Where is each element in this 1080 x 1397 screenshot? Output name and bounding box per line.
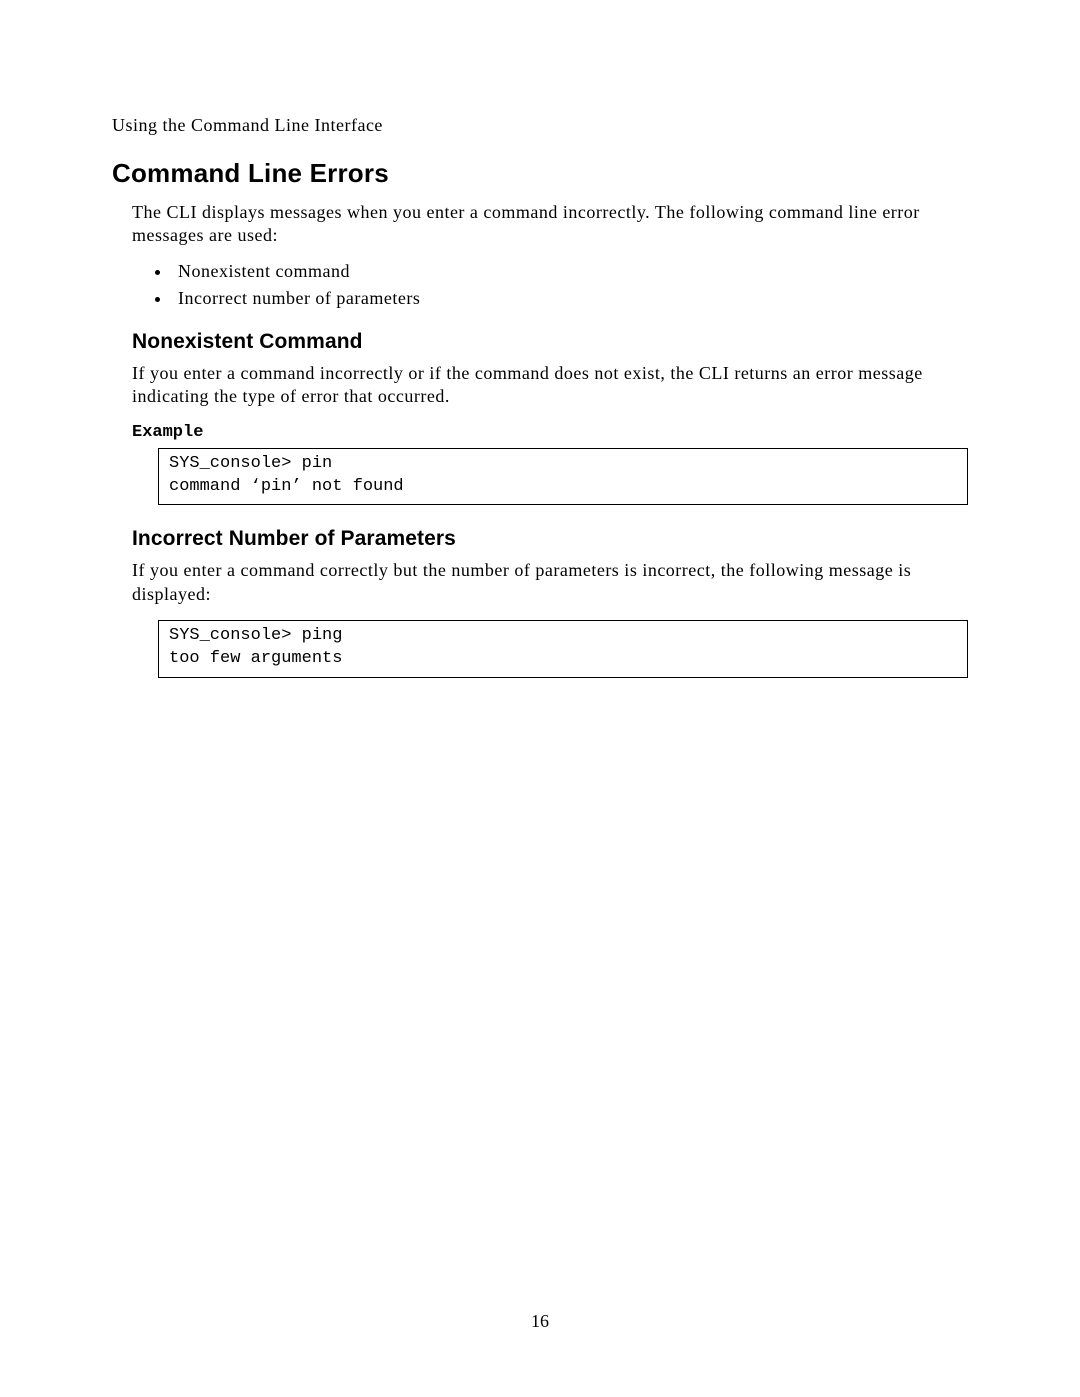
- list-item: Incorrect number of parameters: [172, 285, 968, 312]
- document-page: Using the Command Line Interface Command…: [0, 0, 1080, 678]
- bullet-list: Nonexistent command Incorrect number of …: [112, 258, 968, 312]
- running-head: Using the Command Line Interface: [112, 115, 968, 136]
- body-paragraph: If you enter a command incorrectly or if…: [112, 362, 968, 409]
- subsection-title-parameters: Incorrect Number of Parameters: [112, 527, 968, 551]
- section-title: Command Line Errors: [112, 158, 968, 189]
- code-block-parameters: SYS_console> ping too few arguments: [158, 620, 968, 678]
- subsection-title-nonexistent: Nonexistent Command: [112, 330, 968, 354]
- page-number: 16: [0, 1311, 1080, 1332]
- code-block-nonexistent: SYS_console> pin command ‘pin’ not found: [158, 448, 968, 506]
- intro-paragraph: The CLI displays messages when you enter…: [112, 201, 968, 248]
- body-paragraph: If you enter a command correctly but the…: [112, 559, 968, 606]
- list-item: Nonexistent command: [172, 258, 968, 285]
- example-label: Example: [112, 423, 968, 442]
